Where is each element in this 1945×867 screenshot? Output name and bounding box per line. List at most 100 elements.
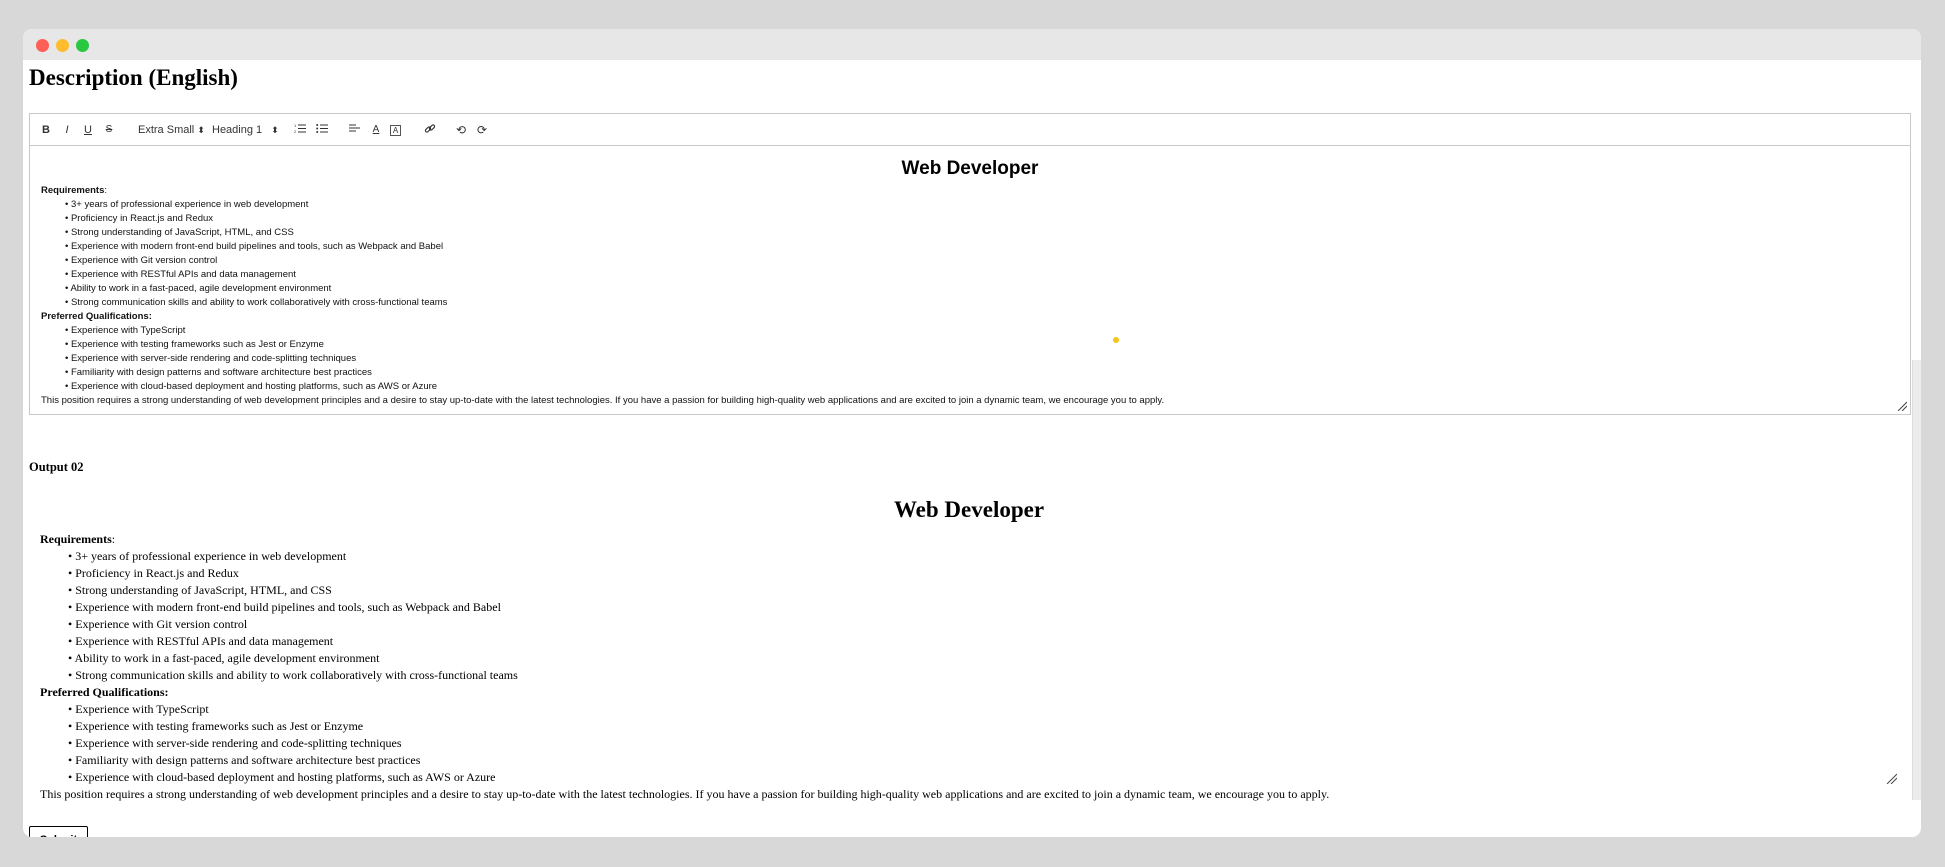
font-size-value: Extra Small (138, 124, 195, 136)
select-arrows-icon: ⬍ (197, 125, 205, 135)
output-requirements-list: • 3+ years of professional experience in… (40, 548, 1898, 684)
underline-icon[interactable]: U (81, 123, 95, 137)
list-item: • Strong understanding of JavaScript, HT… (68, 583, 332, 597)
list-item: • Experience with RESTful APIs and data … (65, 269, 296, 280)
list-item-text: Experience with RESTful APIs and data ma… (70, 269, 296, 280)
list-item: • Experience with testing frameworks suc… (68, 719, 364, 733)
redo-icon[interactable]: ⟳ (475, 123, 489, 137)
align-left-icon[interactable] (347, 123, 361, 137)
list-item-text: Experience with TypeScript (70, 325, 186, 336)
list-item: • Experience with cloud-based deployment… (65, 381, 438, 392)
list-item: • Proficiency in React.js and Redux (65, 213, 214, 224)
heading-select[interactable]: Heading 1 ⬍ (212, 123, 279, 137)
list-item-text: Experience with testing frameworks such … (75, 719, 364, 733)
undo-icon[interactable]: ⟲ (454, 123, 468, 137)
page-title: Description (English) (29, 65, 238, 90)
list-item: • Experience with cloud-based deployment… (68, 770, 496, 784)
list-item-text: Experience with testing frameworks such … (70, 339, 324, 350)
list-item: • Familiarity with design patterns and s… (68, 753, 421, 767)
bold-icon[interactable]: B (39, 123, 53, 137)
list-item-text: Ability to work in a fast-paced, agile d… (74, 651, 380, 665)
list-item-text: Familiarity with design patterns and sof… (75, 753, 421, 767)
page-content: Description (English) B I U S Extra Smal… (29, 60, 1921, 837)
list-item: • Experience with TypeScript (68, 702, 209, 716)
output-preview: Web Developer Requirements: • 3+ years o… (29, 485, 1909, 832)
list-item: • Ability to work in a fast-paced, agile… (68, 651, 380, 665)
italic-icon[interactable]: I (60, 123, 74, 137)
list-item-text: Strong understanding of JavaScript, HTML… (70, 227, 294, 238)
document-title: Web Developer (901, 158, 1039, 179)
list-item-text: Experience with Git version control (70, 255, 218, 266)
list-item-text: Strong communication skills and ability … (70, 297, 448, 308)
list-item-text: Experience with cloud-based deployment a… (75, 770, 496, 784)
list-item: • Experience with Git version control (68, 617, 248, 631)
list-item-text: Familiarity with design patterns and sof… (70, 367, 372, 378)
resize-handle-icon[interactable] (1886, 773, 1897, 784)
list-item-text: Experience with modern front-end build p… (75, 600, 501, 614)
list-item: • Proficiency in React.js and Redux (68, 566, 239, 580)
browser-window: Description (English) B I U S Extra Smal… (23, 29, 1921, 837)
editor-content[interactable]: Web Developer Requirements: • 3+ years o… (30, 146, 1910, 414)
list-item-text: Proficiency in React.js and Redux (70, 213, 214, 224)
link-icon[interactable] (423, 123, 437, 137)
rich-text-editor[interactable]: B I U S Extra Small ⬍ Heading 1 ⬍ 12 A A… (29, 113, 1911, 415)
list-item: • Experience with TypeScript (65, 325, 186, 336)
font-size-select[interactable]: Extra Small ⬍ (138, 123, 205, 137)
list-item-text: Experience with cloud-based deployment a… (70, 381, 438, 392)
list-item: • Strong communication skills and abilit… (65, 297, 448, 308)
list-item-text: Experience with server-side rendering an… (70, 353, 357, 364)
page-scrollbar[interactable] (1912, 360, 1921, 800)
list-item-text: 3+ years of professional experience in w… (70, 199, 309, 210)
requirements-heading-text: Requirements (41, 185, 105, 196)
preferred-heading: Preferred Qualifications: (41, 311, 152, 322)
submit-button[interactable]: Submit (29, 826, 88, 837)
list-item-text: Experience with modern front-end build p… (70, 241, 444, 252)
mouse-cursor-indicator (1113, 337, 1119, 343)
output-requirements-colon: : (111, 532, 116, 546)
closing-paragraph: This position requires a strong understa… (41, 395, 1165, 406)
strikethrough-icon[interactable]: S (102, 123, 116, 137)
list-item-text: Strong understanding of JavaScript, HTML… (75, 583, 332, 597)
highlight-icon[interactable]: A (390, 125, 401, 136)
maximize-window-button[interactable] (76, 39, 89, 52)
list-item-text: Proficiency in React.js and Redux (75, 566, 239, 580)
close-window-button[interactable] (36, 39, 49, 52)
list-item: • Experience with server-side rendering … (68, 736, 402, 750)
list-item: • Experience with modern front-end build… (65, 241, 444, 252)
output-preferred-list: • Experience with TypeScript • Experienc… (40, 701, 1898, 786)
list-item: • Strong communication skills and abilit… (68, 668, 518, 682)
svg-text:2: 2 (294, 129, 297, 134)
list-item: • Experience with testing frameworks suc… (65, 339, 324, 350)
list-item-text: Experience with server-side rendering an… (75, 736, 402, 750)
list-item: • Experience with server-side rendering … (65, 353, 357, 364)
heading-value: Heading 1 (212, 124, 263, 136)
output-requirements-heading-text: Requirements (40, 532, 112, 546)
preferred-list: • Experience with TypeScript • Experienc… (41, 324, 1899, 394)
list-item: • 3+ years of professional experience in… (65, 199, 309, 210)
requirements-colon: : (104, 185, 107, 196)
minimize-window-button[interactable] (56, 39, 69, 52)
list-item-text: Ability to work in a fast-paced, agile d… (70, 283, 332, 294)
list-item: • Familiarity with design patterns and s… (65, 367, 372, 378)
resize-handle-icon[interactable] (1897, 401, 1907, 411)
svg-text:1: 1 (294, 123, 297, 128)
output-preferred-heading: Preferred Qualifications: (40, 685, 169, 699)
list-item: • Strong understanding of JavaScript, HT… (65, 227, 294, 238)
list-item-text: Strong communication skills and ability … (75, 668, 518, 682)
bullet-list-icon[interactable] (315, 123, 329, 137)
output-title: Web Developer (893, 497, 1045, 522)
list-item-text: Experience with RESTful APIs and data ma… (75, 634, 334, 648)
list-item: • Experience with modern front-end build… (68, 600, 501, 614)
requirements-heading: Requirements: (41, 184, 1899, 198)
text-color-icon[interactable]: A (369, 123, 383, 137)
select-arrows-icon: ⬍ (271, 125, 279, 135)
list-item: • Ability to work in a fast-paced, agile… (65, 283, 332, 294)
list-item-text: 3+ years of professional experience in w… (75, 549, 347, 563)
output-body: Requirements: • 3+ years of professional… (29, 531, 1909, 803)
list-item: • Experience with Git version control (65, 255, 218, 266)
ordered-list-icon[interactable]: 12 (293, 123, 307, 137)
list-item: • Experience with RESTful APIs and data … (68, 634, 334, 648)
list-item-text: Experience with Git version control (75, 617, 248, 631)
list-item-text: Experience with TypeScript (75, 702, 209, 716)
list-item: • 3+ years of professional experience in… (68, 549, 347, 563)
